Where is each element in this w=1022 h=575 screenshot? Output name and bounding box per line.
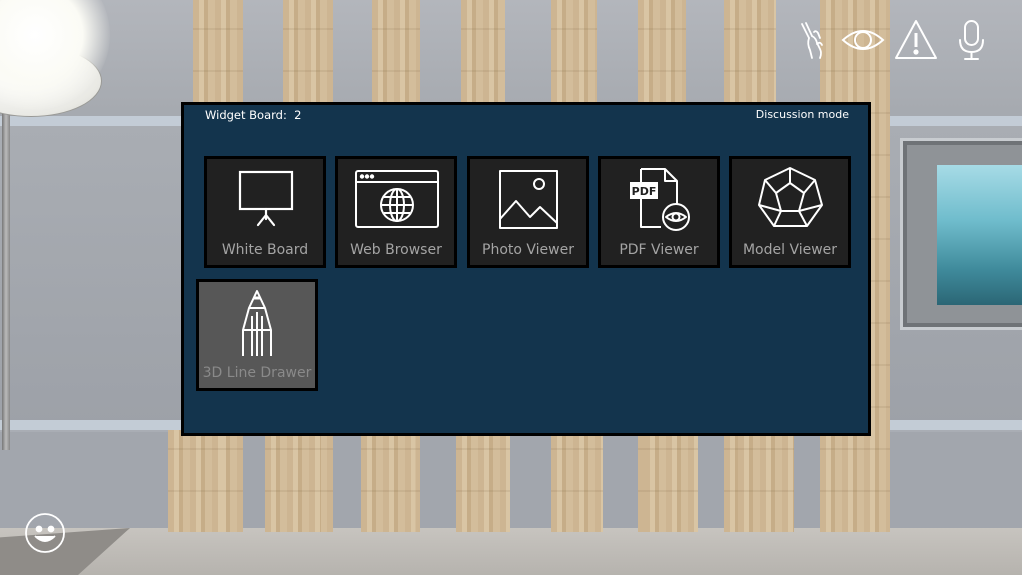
widget-tile-pdf-viewer[interactable]: PDF PDF Viewer (598, 156, 720, 268)
widget-tile-3d-line-drawer[interactable]: 3D Line Drawer (196, 279, 318, 391)
board-title: Widget Board: 2 (205, 108, 302, 122)
wood-pillar-base (738, 430, 794, 532)
eye-icon[interactable] (841, 18, 885, 62)
widget-label: Web Browser (350, 242, 442, 258)
widget-label: Photo Viewer (482, 242, 574, 258)
wood-pillar-base (265, 430, 321, 532)
photo-icon (470, 165, 586, 233)
widget-tile-model-viewer[interactable]: Model Viewer (729, 156, 851, 268)
widget-tile-web-browser[interactable]: Web Browser (335, 156, 457, 268)
wood-pillar-base (168, 430, 222, 532)
pdf-viewer-icon: PDF (601, 165, 717, 233)
widget-label: Model Viewer (742, 242, 838, 258)
floor (0, 528, 1022, 575)
wood-pillar-base (644, 430, 698, 532)
wall-picture (937, 165, 1022, 305)
widget-label: 3D Line Drawer (202, 365, 312, 381)
floor-lamp-pole (2, 70, 10, 450)
smiley-face-icon[interactable] (24, 512, 66, 554)
pencil-icon (199, 288, 315, 358)
warning-icon[interactable] (894, 18, 938, 62)
widget-label: PDF Viewer (619, 242, 699, 258)
hud-toolbar (790, 18, 1020, 64)
pdf-badge-text: PDF (632, 185, 657, 198)
web-browser-icon (338, 165, 454, 233)
microphone-icon[interactable] (950, 18, 994, 62)
presentation-board-icon (207, 165, 323, 233)
widget-label: White Board (221, 242, 309, 258)
hand-gesture-icon[interactable] (790, 18, 834, 62)
wood-pillar-base (551, 430, 603, 532)
dodecahedron-icon (732, 165, 848, 233)
wall-picture-frame (900, 138, 1022, 330)
wood-pillar-base (456, 430, 510, 532)
widget-tile-photo-viewer[interactable]: Photo Viewer (467, 156, 589, 268)
discussion-mode-label[interactable]: Discussion mode (756, 108, 849, 121)
widget-board-panel: Widget Board: 2 Discussion mode White Bo… (181, 102, 871, 436)
widget-tile-white-board[interactable]: White Board (204, 156, 326, 268)
wood-pillar-base (361, 430, 415, 532)
